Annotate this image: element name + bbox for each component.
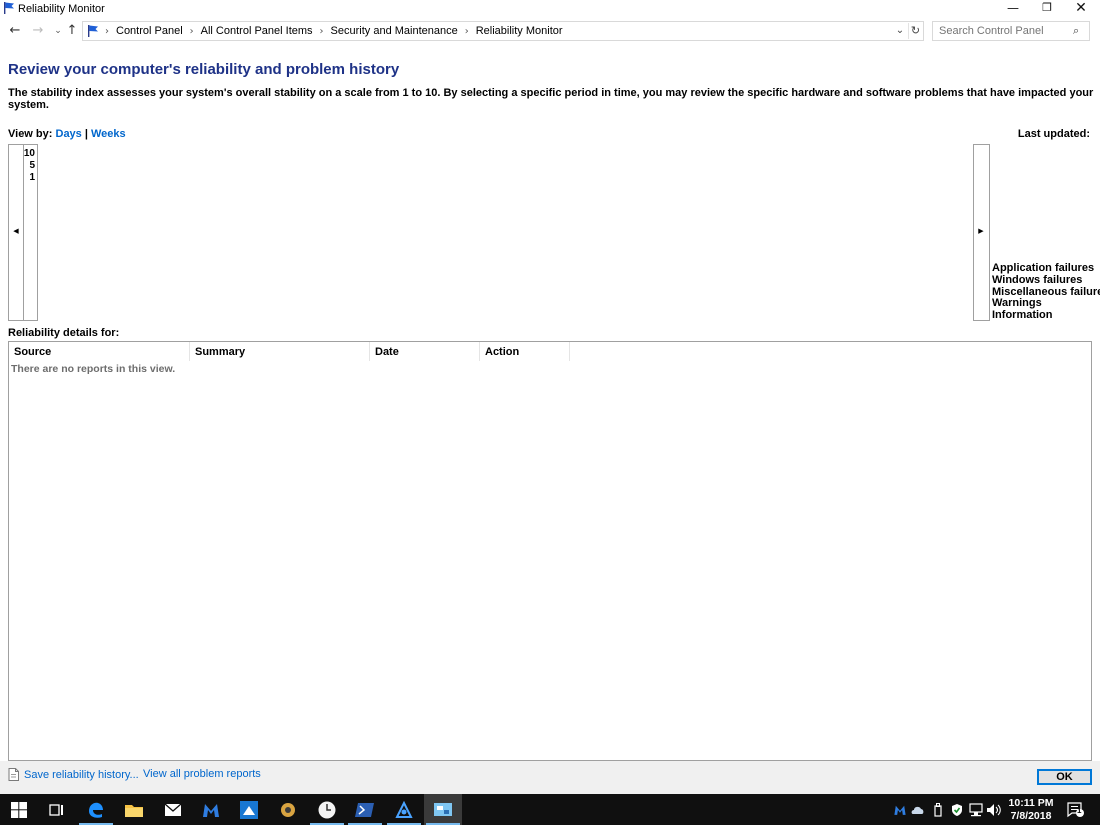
breadcrumb-separator-icon[interactable]: › — [465, 26, 469, 37]
y-tick-10: 10 — [23, 148, 35, 159]
volume-tray-icon[interactable] — [985, 794, 1003, 825]
taskbar: 10:11 PM 7/8/2018 1 — [0, 794, 1100, 825]
taskbar-clock[interactable]: 10:11 PM 7/8/2018 — [1002, 797, 1060, 823]
right-triangle-icon: ▶ — [978, 227, 984, 235]
breadcrumb-security-maintenance[interactable]: Security and Maintenance — [331, 25, 458, 37]
chart-scroll-left-button[interactable]: ◀ — [8, 144, 24, 321]
reliability-details-table: Source Summary Date Action There are no … — [8, 341, 1092, 761]
refresh-icon[interactable]: ↻ — [908, 23, 922, 39]
search-icon[interactable]: ⌕ — [1073, 24, 1085, 38]
powershell-icon[interactable] — [346, 794, 384, 825]
details-label: Reliability details for: — [8, 327, 120, 339]
view-problem-reports-link[interactable]: View all problem reports — [143, 768, 261, 780]
control-panel-flag-icon — [88, 25, 98, 37]
breadcrumb: › Control Panel › All Control Panel Item… — [103, 25, 563, 37]
column-header-date[interactable]: Date — [370, 342, 480, 361]
legend-information: Information — [992, 309, 1053, 322]
task-view-icon[interactable] — [38, 794, 76, 825]
legend-windows-failures: Windows failures — [992, 273, 1083, 286]
chart-legend: Application failures Windows failures Mi… — [992, 262, 1100, 322]
breadcrumb-separator-icon[interactable]: › — [320, 26, 324, 37]
document-icon — [8, 768, 19, 781]
window-title: Reliability Monitor — [18, 3, 105, 15]
page-description: The stability index assesses your system… — [8, 87, 1094, 111]
forward-arrow-icon[interactable]: → — [30, 22, 46, 40]
up-arrow-icon[interactable]: ↑ — [64, 22, 80, 40]
view-by-label: View by: — [8, 128, 53, 140]
file-explorer-icon[interactable] — [115, 794, 153, 825]
y-tick-1: 1 — [29, 172, 35, 183]
minimize-button[interactable]: — — [996, 0, 1030, 18]
view-days-link[interactable]: Days — [56, 128, 82, 140]
clock-app-icon[interactable] — [308, 794, 346, 825]
empty-reports-message: There are no reports in this view. — [11, 363, 176, 375]
security-shield-tray-icon[interactable] — [948, 794, 966, 825]
network-tray-icon[interactable] — [967, 794, 985, 825]
reliability-flag-icon — [4, 2, 15, 14]
title-bar: Reliability Monitor — ❐ ✕ — [0, 0, 1100, 18]
action-center-icon[interactable]: 1 — [1066, 794, 1086, 825]
breadcrumb-control-panel[interactable]: Control Panel — [116, 25, 183, 37]
column-header-action[interactable]: Action — [480, 342, 570, 361]
photo-app-icon[interactable] — [230, 794, 268, 825]
column-header-source[interactable]: Source — [9, 342, 190, 361]
maximize-button[interactable]: ❐ — [1030, 0, 1064, 18]
cloud-sync-tray-icon[interactable] — [910, 794, 926, 825]
table-header: Source Summary Date Action — [9, 342, 570, 361]
view-separator: | — [84, 128, 88, 140]
view-by-selector: View by: Days | Weeks — [8, 128, 126, 140]
chart-scroll-right-button[interactable]: ▶ — [973, 144, 990, 321]
edge-browser-icon[interactable] — [77, 794, 115, 825]
utility-app-icon[interactable] — [269, 794, 307, 825]
clock-time: 10:11 PM — [1008, 797, 1054, 809]
malwarebytes-tray-icon[interactable] — [892, 794, 908, 825]
footer-bar: Save reliability history... View all pro… — [0, 761, 1100, 794]
search-input[interactable] — [933, 22, 1071, 40]
view-weeks-link[interactable]: Weeks — [91, 128, 126, 140]
y-tick-5: 5 — [29, 160, 35, 171]
search-box[interactable]: ⌕ — [932, 21, 1090, 41]
windows-start-icon[interactable] — [0, 794, 38, 825]
page-title: Review your computer's reliability and p… — [8, 61, 400, 78]
mail-icon[interactable] — [154, 794, 192, 825]
back-arrow-icon[interactable]: ← — [7, 22, 23, 40]
address-bar[interactable]: › Control Panel › All Control Panel Item… — [82, 21, 924, 41]
address-dropdown-icon[interactable]: ⌄ — [893, 24, 907, 38]
malwarebytes-icon[interactable] — [192, 794, 230, 825]
left-triangle-icon: ◀ — [13, 227, 19, 235]
stability-y-axis: 10 5 1 — [23, 144, 38, 321]
usb-device-tray-icon[interactable] — [930, 794, 946, 825]
close-button[interactable]: ✕ — [1064, 0, 1098, 18]
column-header-summary[interactable]: Summary — [190, 342, 370, 361]
clock-date: 7/8/2018 — [1010, 810, 1052, 822]
control-panel-taskbar-icon[interactable] — [424, 794, 462, 825]
ok-button[interactable]: OK — [1037, 769, 1092, 785]
save-history-label[interactable]: Save reliability history... — [24, 769, 139, 781]
settings-tool-icon[interactable] — [385, 794, 423, 825]
breadcrumb-separator-icon[interactable]: › — [190, 26, 194, 37]
navigation-bar: ← → ⌄ ↑ › Control Panel › All Control Pa… — [0, 20, 1100, 42]
save-history-link[interactable]: Save reliability history... — [8, 768, 139, 781]
breadcrumb-separator-icon[interactable]: › — [105, 26, 109, 37]
notification-count-badge: 1 — [1077, 806, 1082, 815]
breadcrumb-reliability-monitor[interactable]: Reliability Monitor — [476, 25, 563, 37]
last-updated-label: Last updated: — [1017, 128, 1090, 140]
breadcrumb-all-items[interactable]: All Control Panel Items — [201, 25, 313, 37]
